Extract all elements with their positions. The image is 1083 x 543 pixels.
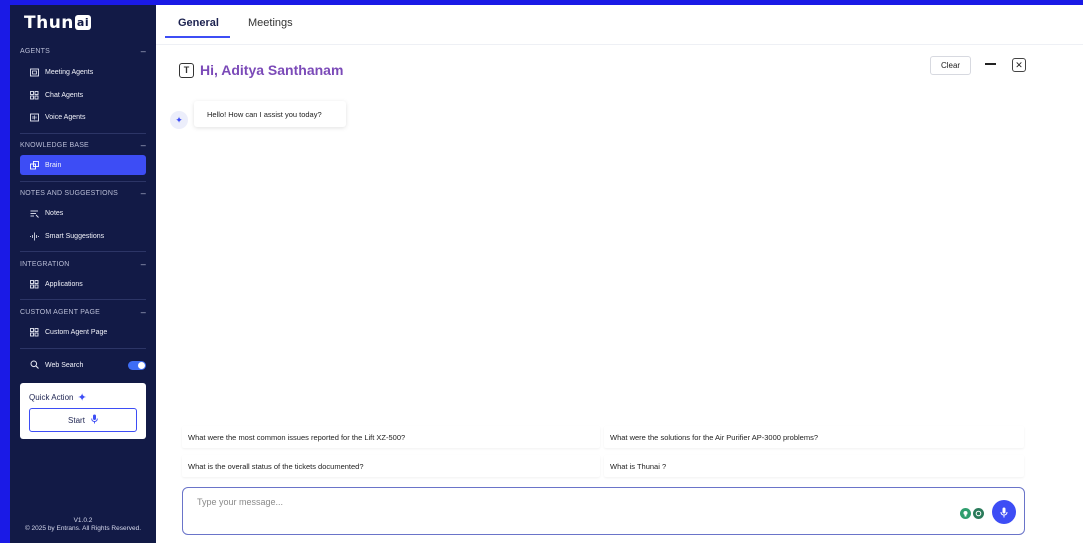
web-search-row: Web Search <box>30 360 146 371</box>
notes-icon <box>30 209 39 218</box>
suggestion-chip[interactable]: What is the overall status of the ticket… <box>182 455 600 477</box>
extension-icons <box>960 508 984 519</box>
clear-button[interactable]: Clear <box>930 56 971 75</box>
suggestion-chip[interactable]: What is Thunai ? <box>604 455 1024 477</box>
web-search-label: Web Search <box>45 362 84 369</box>
collapse-icon[interactable]: – <box>141 260 146 269</box>
custom-agent-icon <box>30 327 39 337</box>
close-icon[interactable]: ✕ <box>1012 58 1026 72</box>
thunai-logo[interactable]: Thun ai <box>24 13 92 33</box>
logo-text: Thun <box>24 13 74 33</box>
sidebar-item-label: Voice Agents <box>45 113 86 121</box>
sidebar-divider <box>20 133 146 134</box>
section-title: INTEGRATION <box>20 261 70 268</box>
version-footer: V1.0.2 © 2025 by Entrans. All Rights Res… <box>10 517 156 533</box>
sidebar-item-label: Applications <box>45 280 83 288</box>
collapse-icon[interactable]: – <box>141 308 146 317</box>
sidebar-item-smart-suggestions[interactable]: Smart Suggestions <box>30 230 104 242</box>
copyright-text: © 2025 by Entrans. All Rights Reserved. <box>24 525 142 532</box>
section-custom-agent-page[interactable]: CUSTOM AGENT PAGE – <box>20 308 146 317</box>
sidebar: Thun ai AGENTS – Meeting Agents Chat Agen… <box>10 5 156 543</box>
sidebar-item-meeting-agents[interactable]: Meeting Agents <box>30 66 93 78</box>
greeting: T Hi, Aditya Santhanam <box>179 62 343 78</box>
logo-ai-badge: ai <box>74 15 92 30</box>
sidebar-item-notes[interactable]: Notes <box>30 207 63 219</box>
bot-message-text: Hello! How can I assist you today? <box>207 109 322 119</box>
sidebar-item-chat-agents[interactable]: Chat Agents <box>30 89 83 101</box>
collapse-icon[interactable]: – <box>141 47 146 56</box>
sidebar-divider <box>20 348 146 349</box>
collapse-icon[interactable]: – <box>141 141 146 150</box>
section-title: AGENTS <box>20 48 50 55</box>
voice-input-button[interactable] <box>992 500 1016 524</box>
start-label: Start <box>68 415 85 425</box>
quick-action-card: Quick Action ✦ Start <box>20 383 146 439</box>
message-input[interactable] <box>197 497 897 507</box>
bot-message: Hello! How can I assist you today? <box>194 101 346 127</box>
minimize-icon[interactable] <box>985 63 996 65</box>
tab-bar: General Meetings <box>156 5 1083 45</box>
section-notes-and-suggestions[interactable]: NOTES AND SUGGESTIONS – <box>20 189 146 198</box>
lightbulb-icon[interactable] <box>960 508 971 519</box>
quick-action-label: Quick Action <box>29 393 74 402</box>
collapse-icon[interactable]: – <box>141 189 146 198</box>
sidebar-item-voice-agents[interactable]: Voice Agents <box>30 111 85 123</box>
suggestion-chip[interactable]: What were the most common issues reporte… <box>182 426 600 448</box>
grammar-icon[interactable] <box>973 508 984 519</box>
section-knowledge-base[interactable]: KNOWLEDGE BASE – <box>20 141 146 150</box>
sidebar-divider <box>20 299 146 300</box>
bot-avatar-icon: ✦ <box>170 111 188 129</box>
sparkle-icon: ✦ <box>77 391 87 404</box>
apps-icon <box>30 279 39 289</box>
microphone-icon <box>1000 507 1008 517</box>
sidebar-item-label: Custom Agent Page <box>45 328 108 336</box>
start-button[interactable]: Start <box>29 408 137 432</box>
web-search-toggle[interactable] <box>128 361 146 370</box>
app-window: Thun ai AGENTS – Meeting Agents Chat Agen… <box>10 5 1083 543</box>
quick-action-title: Quick Action ✦ <box>29 391 87 404</box>
tab-meetings[interactable]: Meetings <box>248 17 293 29</box>
chat-grid-icon <box>30 90 39 100</box>
version-text: V1.0.2 <box>73 517 93 524</box>
thunai-mark-icon: T <box>179 62 194 78</box>
microphone-icon <box>91 414 98 426</box>
section-title: KNOWLEDGE BASE <box>20 142 89 149</box>
sidebar-item-label: Notes <box>45 209 64 217</box>
message-composer <box>182 487 1025 535</box>
sidebar-divider <box>20 251 146 252</box>
active-tab-indicator <box>165 36 230 38</box>
sidebar-item-label: Meeting Agents <box>45 68 94 76</box>
section-integration[interactable]: INTEGRATION – <box>20 260 146 269</box>
section-title: CUSTOM AGENT PAGE <box>20 309 101 316</box>
web-search-icon <box>30 360 39 371</box>
sidebar-item-label: Brain <box>45 161 62 169</box>
suggestions-icon <box>30 232 39 241</box>
sidebar-item-label: Chat Agents <box>45 91 84 99</box>
sidebar-item-label: Smart Suggestions <box>45 232 105 240</box>
suggestion-chip[interactable]: What were the solutions for the Air Puri… <box>604 426 1024 448</box>
section-title: NOTES AND SUGGESTIONS <box>20 190 118 197</box>
sidebar-divider <box>20 181 146 182</box>
sidebar-item-applications[interactable]: Applications <box>30 278 83 290</box>
greeting-text: Hi, Aditya Santhanam <box>200 62 344 78</box>
tab-general[interactable]: General <box>178 17 219 29</box>
brain-icon <box>30 160 39 170</box>
meeting-icon <box>30 68 39 77</box>
sidebar-item-custom-agent-page[interactable]: Custom Agent Page <box>30 326 107 338</box>
section-agents[interactable]: AGENTS – <box>20 47 146 56</box>
main-panel: General Meetings T Hi, Aditya Santhanam … <box>156 5 1083 543</box>
voice-icon <box>30 113 39 122</box>
sidebar-item-brain[interactable]: Brain <box>20 155 146 175</box>
